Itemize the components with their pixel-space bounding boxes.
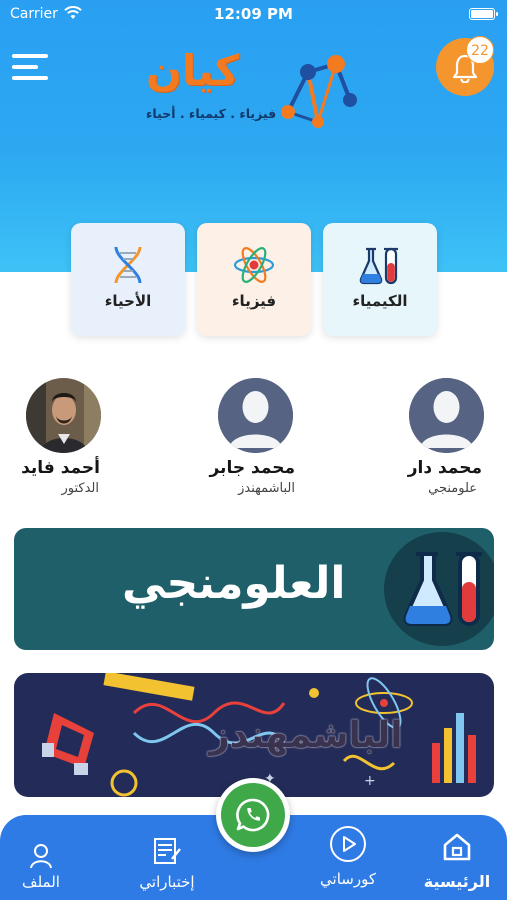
teacher-name: محمد جابر <box>209 458 295 478</box>
avatar-photo <box>26 378 101 453</box>
logo-subtitle: فيزياء . كيمياء . أحياء <box>146 106 277 121</box>
category-label: الكيمياء <box>352 292 408 310</box>
logo-word: كيان <box>146 46 240 95</box>
whatsapp-icon <box>236 798 270 832</box>
tab-profile[interactable]: الملف <box>6 815 76 900</box>
status-time: 12:09 PM <box>214 5 293 23</box>
menu-icon[interactable] <box>12 52 48 82</box>
teacher-title: علومنجي <box>428 481 477 496</box>
avatar <box>409 378 484 453</box>
status-bar: Carrier 12:09 PM <box>0 0 507 30</box>
avatar <box>218 378 293 453</box>
tab-my-courses[interactable]: كورساتي <box>298 815 398 900</box>
teacher-card[interactable]: محمد دار علومنجي <box>357 378 507 503</box>
teacher-card[interactable]: أحمد فايد الدكتور <box>12 378 162 503</box>
default-user-icon <box>218 378 293 453</box>
atom-icon <box>233 247 275 283</box>
profile-icon <box>30 844 52 869</box>
category-chemistry[interactable]: الكيمياء <box>323 223 437 336</box>
tab-label: الملف <box>22 873 60 891</box>
tab-label: إختباراتي <box>139 873 195 891</box>
notification-count-badge: 22 <box>466 36 494 64</box>
dna-icon <box>114 246 142 284</box>
tab-home[interactable]: الرئيسية <box>408 815 506 900</box>
battery-icon <box>469 8 498 20</box>
tab-my-exams[interactable]: إختباراتي <box>118 815 216 900</box>
chemistry-flask-icon <box>359 247 398 285</box>
home-icon <box>443 833 471 861</box>
tab-label: كورساتي <box>320 870 376 888</box>
teacher-name: محمد دار <box>407 458 482 478</box>
banner-title: الباشمهندز <box>209 715 403 756</box>
whatsapp-button[interactable] <box>216 778 290 852</box>
play-circle-icon <box>330 826 366 862</box>
teacher-name: أحمد فايد <box>21 458 100 478</box>
tab-label: الرئيسية <box>423 872 491 891</box>
category-label: فيزياء <box>231 292 277 310</box>
svg-text:+: + <box>364 773 376 789</box>
logo-molecule-icon <box>281 55 357 128</box>
default-user-icon <box>409 378 484 453</box>
teacher-card[interactable]: محمد جابر الباشمهندز <box>179 378 329 503</box>
teacher-photo-icon <box>26 378 101 453</box>
chemistry-flask-icon <box>403 552 482 626</box>
category-biology[interactable]: الأحياء <box>71 223 185 336</box>
app-logo: كيان فيزياء . كيمياء . أحياء <box>140 42 370 134</box>
teacher-title: الباشمهندز <box>238 481 295 496</box>
banner-title: العلومنجي <box>122 558 346 609</box>
category-physics[interactable]: فيزياء <box>197 223 311 336</box>
banner-science-teacher[interactable]: العلومنجي <box>14 528 494 650</box>
category-label: الأحياء <box>104 292 152 310</box>
exam-icon <box>154 838 181 864</box>
teacher-title: الدكتور <box>61 481 99 496</box>
